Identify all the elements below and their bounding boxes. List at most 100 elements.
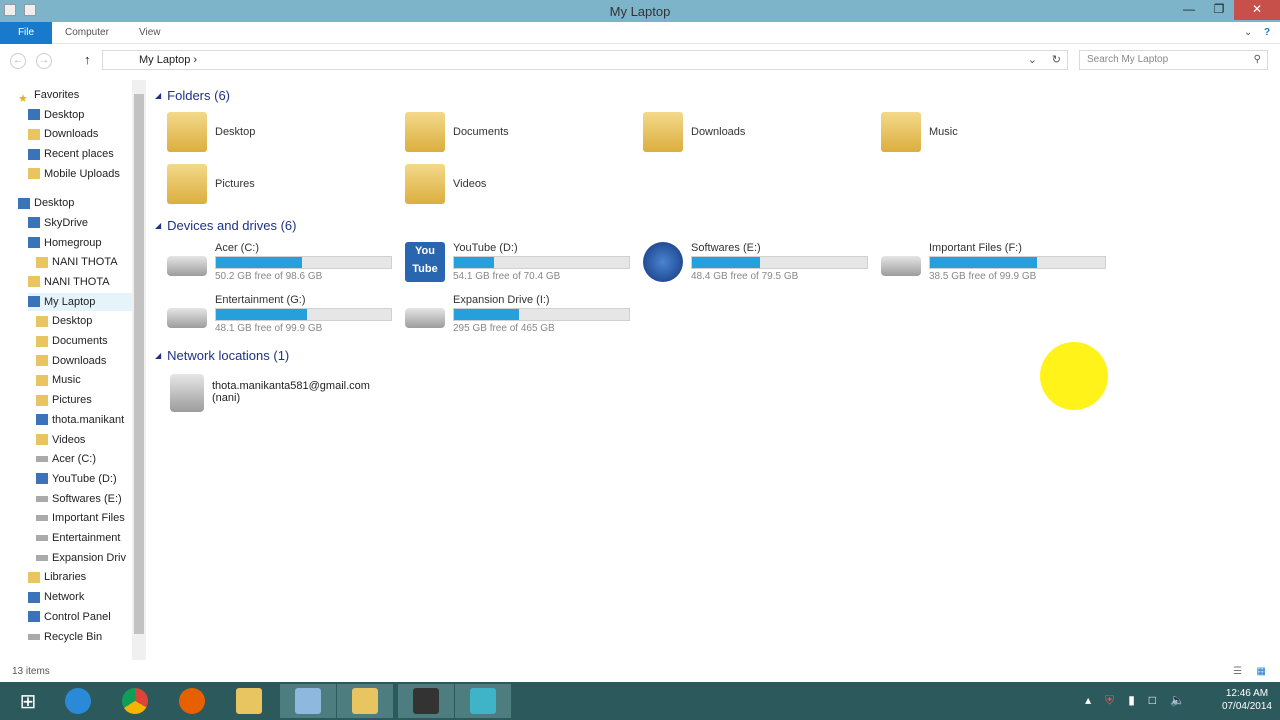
search-input[interactable]: Search My Laptop⚲ <box>1079 50 1268 70</box>
drive-space: 54.1 GB free of 70.4 GB <box>453 271 630 282</box>
folder-tile[interactable]: Music <box>881 112 958 152</box>
sidebar-item[interactable]: Libraries <box>28 568 132 586</box>
sidebar-item-label: Favorites <box>34 86 79 104</box>
drive-usage-fill <box>692 257 760 268</box>
tab-view[interactable]: View <box>139 22 161 44</box>
drive-usage-bar <box>215 256 392 269</box>
sidebar-item[interactable]: YouTube (D:) <box>36 470 132 488</box>
shield-icon[interactable]: ⛨ <box>1105 693 1114 708</box>
drive-tile[interactable]: Softwares (E:)48.4 GB free of 79.5 GB <box>643 242 868 282</box>
sidebar-item-label: YouTube (D:) <box>52 470 117 488</box>
sidebar-item[interactable]: Recycle Bin <box>28 628 132 646</box>
address-bar[interactable]: My Laptop › ⌄ ↻ <box>102 50 1068 70</box>
group-header-devices[interactable]: ◢Devices and drives (6) <box>155 218 296 233</box>
folder-tile[interactable]: Videos <box>405 164 486 204</box>
sidebar-item[interactable]: Acer (C:) <box>36 450 132 468</box>
drive-tile[interactable]: Acer (C:)50.2 GB free of 98.6 GB <box>167 242 392 282</box>
sidebar-item-label: Documents <box>52 332 108 350</box>
sidebar-item[interactable]: Softwares (E:) <box>36 490 132 508</box>
drive-usage-fill <box>216 309 307 320</box>
sidebar-item[interactable]: Desktop <box>28 106 132 124</box>
taskbar-notepad[interactable] <box>280 684 336 718</box>
folder-icon <box>28 572 40 583</box>
sidebar-item[interactable]: Recent places <box>28 145 132 163</box>
scrollbar-thumb[interactable] <box>134 94 144 634</box>
taskbar-app[interactable] <box>221 684 277 718</box>
sidebar-item[interactable]: Pictures <box>36 391 132 409</box>
network-drive-icon <box>170 374 204 412</box>
group-header-network[interactable]: ◢Network locations (1) <box>155 348 289 363</box>
drive-tile[interactable]: Entertainment (G:)48.1 GB free of 99.9 G… <box>167 294 392 334</box>
start-button[interactable]: ⊞ <box>0 684 56 718</box>
drive-tile[interactable]: Important Files (F:)38.5 GB free of 99.9… <box>881 242 1106 282</box>
minimize-button[interactable]: — <box>1174 0 1204 20</box>
address-path[interactable]: My Laptop <box>139 54 190 66</box>
taskbar-chrome[interactable] <box>107 684 163 718</box>
sidebar-item[interactable]: ★Favorites <box>18 86 132 104</box>
network-icon[interactable]: □ <box>1149 693 1156 708</box>
volume-icon[interactable]: 🔈 <box>1170 693 1185 708</box>
sidebar-item[interactable]: Music <box>36 371 132 389</box>
sidebar-item[interactable]: thota.manikant <box>36 411 132 429</box>
refresh-icon[interactable]: ↻ <box>1052 51 1061 69</box>
tab-computer[interactable]: Computer <box>65 22 109 44</box>
forward-button[interactable]: → <box>36 53 52 69</box>
large-icons-view-icon[interactable]: ▦ <box>1257 666 1266 677</box>
drive-tile[interactable]: You TubeYouTube (D:)54.1 GB free of 70.4… <box>405 242 630 282</box>
folder-tile[interactable]: Pictures <box>167 164 255 204</box>
sidebar-item[interactable]: Mobile Uploads <box>28 165 132 183</box>
network-location[interactable]: thota.manikanta581@gmail.com(nani) <box>170 374 370 412</box>
sidebar-item[interactable]: Downloads <box>28 125 132 143</box>
sidebar-item[interactable]: Downloads <box>36 352 132 370</box>
sidebar-item[interactable]: My Laptop <box>28 293 132 311</box>
back-button[interactable]: ← <box>10 53 26 69</box>
folder-tile[interactable]: Downloads <box>643 112 745 152</box>
up-button[interactable]: ↑ <box>84 52 91 67</box>
firefox-icon <box>179 688 205 714</box>
sidebar-item[interactable]: Expansion Driv <box>36 549 132 567</box>
maximize-button[interactable]: ❐ <box>1204 0 1234 20</box>
folder-tile[interactable]: Documents <box>405 112 509 152</box>
taskbar-firefox[interactable] <box>164 684 220 718</box>
sidebar-item[interactable]: Homegroup <box>28 234 132 252</box>
drive-space: 50.2 GB free of 98.6 GB <box>215 271 392 282</box>
tab-file[interactable]: File <box>0 22 52 44</box>
help-icon[interactable]: ? <box>1264 22 1270 44</box>
folder-icon <box>405 164 445 204</box>
sidebar-item[interactable]: Desktop <box>36 312 132 330</box>
sidebar-item[interactable]: SkyDrive <box>28 214 132 232</box>
close-button[interactable]: ✕ <box>1234 0 1280 20</box>
taskbar-file-explorer[interactable] <box>337 684 393 718</box>
clock[interactable]: 12:46 AM07/04/2014 <box>1222 687 1272 713</box>
folder-icon <box>881 112 921 152</box>
location-icon <box>28 611 40 622</box>
group-header-folders[interactable]: ◢Folders (6) <box>155 88 230 103</box>
sidebar-item[interactable]: NANI THOTA <box>28 273 132 291</box>
status-item-count: 13 items <box>12 666 50 677</box>
cursor-highlight <box>1040 342 1108 410</box>
sidebar-item[interactable]: Desktop <box>18 194 132 212</box>
sidebar-item[interactable]: Network <box>28 588 132 606</box>
sidebar-item[interactable]: NANI THOTA <box>36 253 132 271</box>
drive-tile[interactable]: Expansion Drive (I:)295 GB free of 465 G… <box>405 294 630 334</box>
power-icon[interactable]: ▮ <box>1128 693 1135 708</box>
show-hidden-icons[interactable]: ▴ <box>1085 693 1091 708</box>
taskbar-media[interactable] <box>398 684 454 718</box>
sidebar-item[interactable]: Important Files <box>36 509 132 527</box>
sidebar-item[interactable]: Control Panel <box>28 608 132 626</box>
taskbar: ⊞ ▴ ⛨ ▮ □ 🔈 12:46 AM07/04/2014 <box>0 682 1280 720</box>
sidebar-item[interactable]: Documents <box>36 332 132 350</box>
folder-tile[interactable]: Desktop <box>167 112 255 152</box>
sidebar-item[interactable]: Entertainment <box>36 529 132 547</box>
sidebar-item[interactable]: Videos <box>36 431 132 449</box>
folder-icon <box>405 112 445 152</box>
taskbar-internet-explorer[interactable] <box>50 684 106 718</box>
sidebar-item-label: Homegroup <box>44 234 101 252</box>
details-view-icon[interactable]: ☰ <box>1233 666 1242 677</box>
navigation-scrollbar[interactable] <box>132 80 146 660</box>
folder-icon <box>643 112 683 152</box>
taskbar-recorder[interactable] <box>455 684 511 718</box>
expand-ribbon-icon[interactable]: ⌄ <box>1244 22 1252 44</box>
dropdown-icon[interactable]: ⌄ <box>1028 51 1037 69</box>
sidebar-item-label: Acer (C:) <box>52 450 96 468</box>
